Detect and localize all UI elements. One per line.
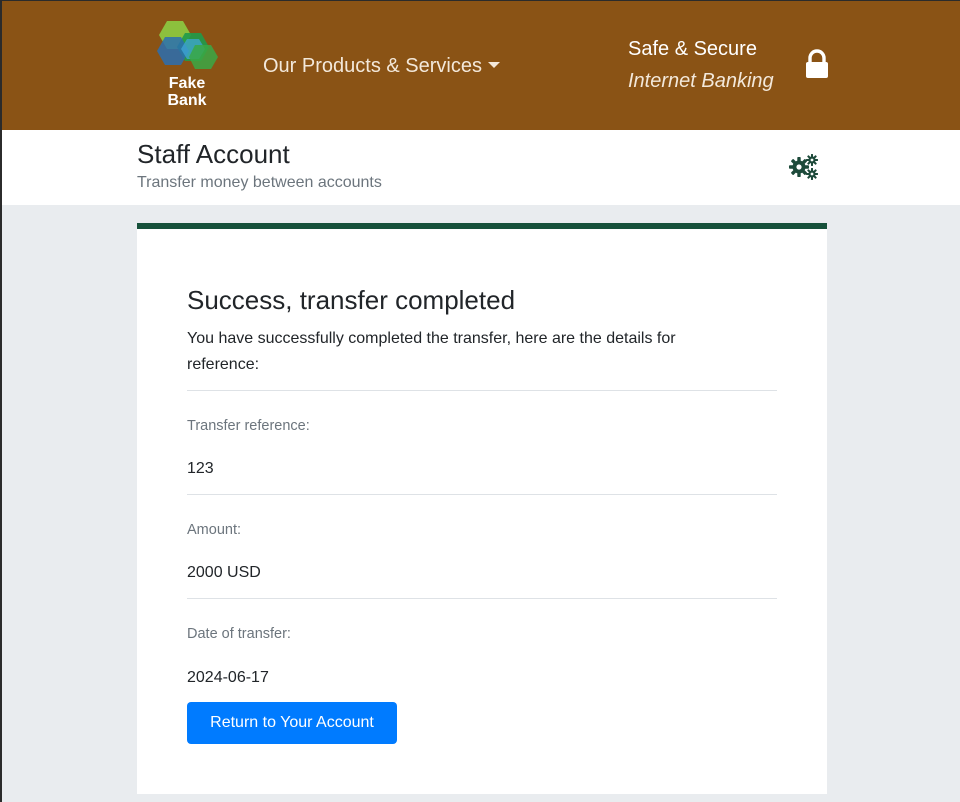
lock-icon — [806, 49, 828, 78]
amount-label: Amount: — [187, 522, 241, 538]
transfer-success-card: Success, transfer completed You have suc… — [137, 223, 827, 794]
divider — [187, 494, 777, 495]
caret-down-icon — [487, 61, 500, 68]
return-to-account-button[interactable]: Return to Your Account — [187, 702, 397, 744]
transfer-reference-value: 123 — [187, 460, 214, 477]
top-navbar: Fake Bank Our Products & Services Safe &… — [0, 0, 960, 130]
page-title: Staff Account — [137, 139, 290, 169]
success-message: You have successfully completed the tran… — [187, 330, 676, 373]
window-left-border — [0, 0, 2, 802]
tagline-primary: Safe & Secure — [628, 38, 757, 60]
logo-line-1: Fake — [168, 75, 206, 92]
logo-line-2: Bank — [167, 92, 207, 109]
tagline-secondary: Internet Banking — [628, 70, 774, 92]
gears-icon[interactable] — [788, 152, 820, 182]
transfer-date-value: 2024-06-17 — [187, 669, 269, 686]
amount-value: 2000 USD — [187, 564, 261, 581]
window-top-border — [0, 0, 960, 1]
divider — [187, 598, 777, 599]
products-services-dropdown[interactable]: Our Products & Services — [263, 52, 500, 80]
transfer-date-label: Date of transfer: — [187, 626, 291, 642]
logo-text: Fake Bank — [155, 75, 219, 109]
logo-mark-icon — [157, 21, 218, 69]
transfer-reference-label: Transfer reference: — [187, 418, 310, 434]
products-services-label: Our Products & Services — [263, 55, 482, 77]
divider — [187, 390, 777, 391]
success-heading: Success, transfer completed — [187, 285, 516, 315]
fake-bank-logo[interactable]: Fake Bank — [155, 19, 219, 111]
page-subtitle: Transfer money between accounts — [137, 174, 382, 191]
